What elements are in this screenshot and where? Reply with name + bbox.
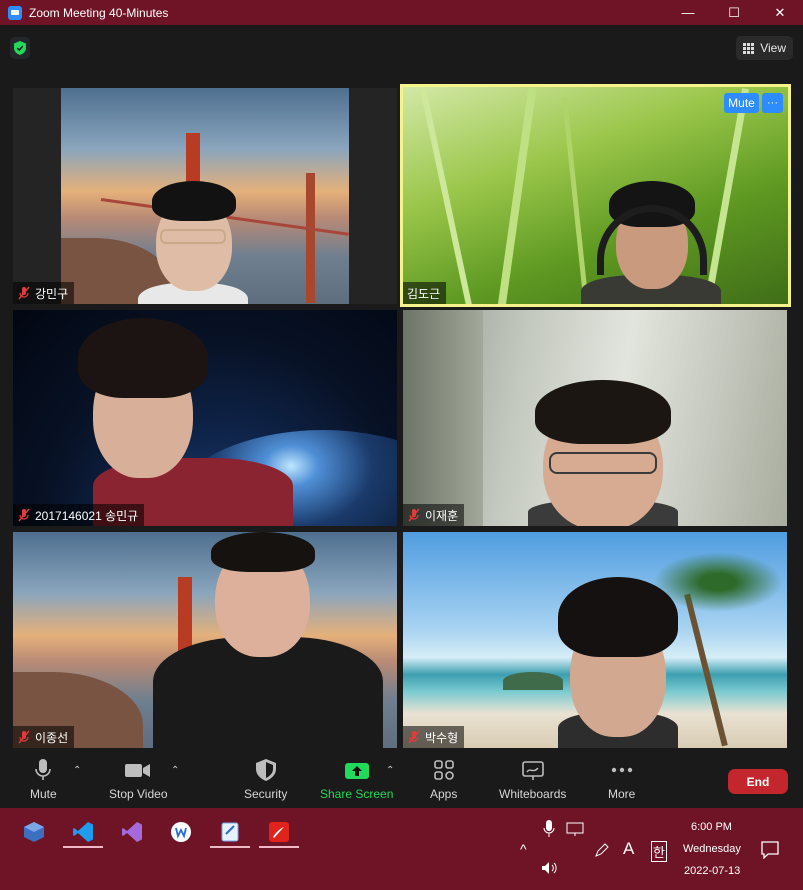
meeting-top-strip: View <box>0 25 803 75</box>
apps-button[interactable]: Apps <box>430 759 457 801</box>
minimize-button[interactable]: — <box>665 0 711 25</box>
participant-name-tag: 박수형 <box>403 726 465 748</box>
whiteboards-button[interactable]: Whiteboards <box>499 759 566 801</box>
mic-muted-icon <box>18 286 30 300</box>
zoom-app-icon <box>8 5 22 20</box>
video-tile-5[interactable]: 이종선 <box>13 532 397 748</box>
mute-participant-button[interactable]: Mute <box>724 93 759 113</box>
participant-name-tag: 2017146021 송민규 <box>13 504 145 526</box>
participant-name: 박수형 <box>425 730 459 745</box>
whiteboard-icon <box>521 761 544 780</box>
notepad-running-indicator <box>210 846 250 848</box>
video-tile-6[interactable]: 박수형 <box>403 532 787 748</box>
stop-video-label: Stop Video <box>109 787 168 801</box>
mute-button[interactable]: Mute <box>30 759 57 801</box>
video-tile-3[interactable]: 2017146021 송민규 <box>13 310 397 526</box>
acrobat-running-indicator <box>259 846 299 848</box>
video-camera-icon <box>125 764 151 777</box>
grid-icon <box>743 42 755 54</box>
participant-name-tag: 강민구 <box>13 282 75 304</box>
video-tile-1[interactable]: 강민구 <box>13 88 397 304</box>
microphone-tray-icon <box>543 820 555 837</box>
participant-name-tag: 이재훈 <box>403 504 465 526</box>
security-shield-icon <box>255 759 276 781</box>
windows-taskbar: ^ A 한 6:00 PM Wednesday 2022-07-13 <box>0 808 803 890</box>
security-label: Security <box>244 787 288 801</box>
participant-name: 2017146021 송민규 <box>35 508 139 523</box>
participant-video-person <box>138 173 248 304</box>
share-screen-icon <box>344 763 369 779</box>
apps-icon <box>433 760 454 780</box>
video-tile-4[interactable]: 이재훈 <box>403 310 787 526</box>
window-controls: — ☐ ✕ <box>665 0 803 25</box>
network-tray-icon <box>566 822 584 836</box>
more-dots-icon <box>611 767 632 773</box>
word-app-icon[interactable] <box>167 818 195 846</box>
pen-input-icon <box>595 843 609 857</box>
participant-video-person <box>153 532 393 748</box>
meeting-toolbar: Mute ⌃ Stop Video ⌃ Security Share Scree… <box>0 751 803 808</box>
input-mode-a[interactable]: A <box>623 839 634 859</box>
participant-name-tag: 김도근 <box>403 282 447 304</box>
input-mode-hangul[interactable]: 한 <box>651 841 667 862</box>
virtualbox-icon[interactable] <box>20 818 48 846</box>
title-bar: Zoom Meeting 40-Minutes — ☐ ✕ <box>0 0 803 25</box>
share-screen-button[interactable]: Share Screen <box>320 759 393 801</box>
acrobat-reader-icon[interactable] <box>265 818 293 846</box>
more-button[interactable]: More <box>608 759 635 801</box>
security-button[interactable]: Security <box>244 759 287 801</box>
mic-muted-icon <box>408 508 420 522</box>
participant-name: 김도근 <box>407 286 441 301</box>
end-meeting-button[interactable]: End <box>728 769 788 794</box>
visual-studio-icon[interactable] <box>118 818 146 846</box>
participant-name: 강민구 <box>35 286 69 301</box>
show-hidden-icons-chevron-icon[interactable]: ^ <box>520 841 527 857</box>
view-label: View <box>760 41 786 55</box>
participant-video-person <box>581 175 721 304</box>
vscode-running-indicator <box>63 846 103 848</box>
participant-more-button[interactable]: ··· <box>762 93 783 113</box>
share-screen-label: Share Screen <box>320 787 394 801</box>
clock-day[interactable]: Wednesday <box>683 843 741 855</box>
participant-video-person <box>548 577 688 748</box>
apps-label: Apps <box>430 787 458 801</box>
participant-video-person <box>523 380 683 526</box>
share-options-caret-icon[interactable]: ⌃ <box>386 765 394 776</box>
encryption-shield-icon[interactable] <box>10 37 30 59</box>
whiteboards-label: Whiteboards <box>499 787 567 801</box>
view-button[interactable]: View <box>736 36 793 60</box>
participant-name: 이재훈 <box>425 508 459 523</box>
notification-center-icon <box>761 841 779 859</box>
clock-date[interactable]: 2022-07-13 <box>684 865 740 877</box>
participant-name-tag: 이종선 <box>13 726 75 748</box>
mute-label: Mute <box>30 787 57 801</box>
audio-options-caret-icon[interactable]: ⌃ <box>73 765 81 776</box>
stop-video-button[interactable]: Stop Video <box>109 759 168 801</box>
speaker-volume-icon <box>542 862 557 874</box>
mic-muted-icon <box>18 508 30 522</box>
notepad-icon[interactable] <box>216 818 244 846</box>
vscode-icon[interactable] <box>69 818 97 846</box>
more-label: More <box>608 787 636 801</box>
mic-muted-icon <box>408 730 420 744</box>
maximize-button[interactable]: ☐ <box>711 0 757 25</box>
clock-time[interactable]: 6:00 PM <box>691 821 732 833</box>
participant-video-person <box>53 318 293 526</box>
close-button[interactable]: ✕ <box>757 0 803 25</box>
video-options-caret-icon[interactable]: ⌃ <box>171 765 179 776</box>
participant-name: 이종선 <box>35 730 69 745</box>
window-title: Zoom Meeting 40-Minutes <box>29 5 169 20</box>
mic-muted-icon <box>18 730 30 744</box>
microphone-icon <box>35 759 52 780</box>
video-tile-2[interactable]: Mute ··· 김도근 <box>400 84 791 307</box>
